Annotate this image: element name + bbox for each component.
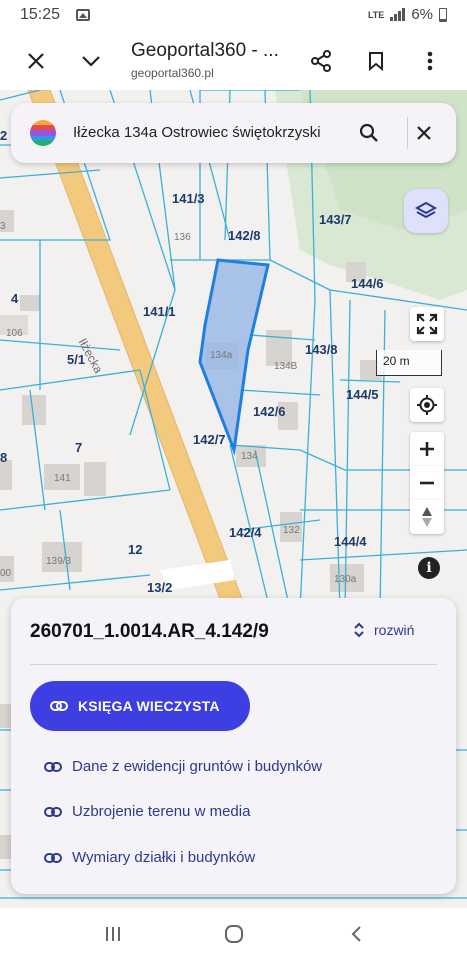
link-icon	[44, 806, 62, 817]
page-url: geoportal360.pl	[131, 66, 214, 80]
link-label: Uzbrojenie terenu w media	[72, 803, 251, 820]
sheet-divider	[30, 664, 437, 665]
recent-apps-icon	[106, 927, 120, 941]
parcel-number-label: 12	[128, 542, 143, 557]
zoom-out-button[interactable]	[410, 466, 444, 500]
fullscreen-icon	[416, 313, 438, 335]
parcel-number-label: 4	[11, 291, 19, 306]
close-icon	[417, 126, 431, 140]
link-icon	[50, 701, 68, 711]
compass-button[interactable]	[410, 500, 444, 534]
locate-icon	[417, 395, 437, 415]
bookmark-icon	[369, 52, 383, 71]
battery-level: 6%	[411, 6, 433, 23]
parcel-number-label: 8	[0, 450, 8, 465]
search-divider	[407, 117, 408, 149]
expand-label: rozwiń	[374, 622, 415, 638]
building-number-label: 134a	[210, 350, 233, 361]
scale-bar: 20 m	[376, 350, 442, 376]
system-nav-bar	[0, 908, 467, 960]
link-utilities[interactable]: Uzbrojenie terenu w media	[44, 803, 250, 820]
parcel-number-label: 142/8	[228, 228, 261, 243]
parcel-id: 260701_1.0014.AR_4.142/9	[30, 621, 269, 642]
building-number-label: 130a	[334, 574, 357, 585]
building-number-label: 141	[54, 473, 71, 484]
building-number-label: 139/3	[46, 556, 72, 567]
browser-toolbar: Geoportal360 - ... geoportal360.pl	[0, 32, 467, 90]
minus-icon	[420, 481, 434, 485]
parcel-number-label: 144/6	[351, 276, 384, 291]
close-icon	[28, 53, 44, 69]
bookmark-button[interactable]	[359, 44, 393, 78]
search-button[interactable]	[354, 118, 384, 148]
building-number-label: 106	[6, 328, 23, 339]
parcel-number-label: 142/4	[229, 525, 262, 540]
status-bar: 15:25 LTE 6%	[0, 0, 467, 32]
parcel-details-sheet: 260701_1.0014.AR_4.142/9 rozwiń KSIĘGA W…	[11, 598, 456, 894]
building-number-label: 3	[0, 221, 6, 232]
link-icon	[44, 761, 62, 772]
building-number-label: 00	[0, 568, 12, 579]
link-dimensions[interactable]: Wymiary działki i budynków	[44, 849, 255, 866]
land-register-button[interactable]: KSIĘGA WIECZYSTA	[30, 681, 250, 731]
home-icon	[225, 925, 243, 943]
parcel-number-label: 2	[0, 128, 8, 143]
back-button[interactable]	[336, 920, 376, 948]
share-icon	[311, 50, 331, 72]
clear-search-button[interactable]	[409, 118, 439, 148]
link-icon	[44, 852, 62, 863]
network-type: LTE	[367, 9, 385, 20]
parcel-number-label: 144/4	[334, 534, 367, 549]
scale-label: 20 m	[383, 354, 410, 368]
parcel-number-label: 141/3	[172, 191, 205, 206]
gallery-icon	[76, 9, 90, 21]
status-indicators: LTE 6%	[368, 6, 447, 23]
building-number-label: 132	[283, 525, 300, 536]
status-time: 15:25	[20, 6, 61, 23]
link-label: Dane z ewidencji gruntów i budynków	[72, 758, 323, 775]
page-title: Geoportal360 - ...	[131, 40, 279, 61]
parcel-number-label: 13/2	[147, 580, 173, 595]
plus-icon	[420, 442, 434, 456]
recent-apps-button[interactable]	[93, 920, 133, 948]
share-button[interactable]	[304, 44, 338, 78]
building-number-label: 136	[174, 232, 191, 243]
building-number-label: 134	[241, 451, 258, 462]
home-button[interactable]	[214, 920, 254, 948]
link-land-registry-data[interactable]: Dane z ewidencji gruntów i budynków	[44, 758, 322, 775]
parcel-number-label: 142/6	[253, 404, 286, 419]
expand-button[interactable]: rozwiń	[354, 622, 414, 638]
layers-icon	[415, 202, 437, 219]
parcel-number-label: 143/8	[305, 342, 338, 357]
parcel-number-label: 5/1	[67, 352, 86, 367]
battery-icon	[439, 7, 447, 22]
search-query[interactable]: Iłżecka 134a Ostrowiec świętokrzyski	[73, 124, 321, 141]
search-icon	[359, 123, 378, 142]
info-icon[interactable]: i	[418, 557, 440, 579]
link-label: Wymiary działki i budynków	[72, 849, 256, 866]
more-options-button[interactable]	[413, 44, 447, 78]
zoom-in-button[interactable]	[410, 432, 444, 466]
search-bar[interactable]: Iłżecka 134a Ostrowiec świętokrzyski	[11, 103, 456, 163]
parcel-number-label: 143/7	[319, 212, 352, 227]
building-number-label: 134B	[274, 361, 298, 372]
signal-icon	[390, 8, 406, 21]
chevron-down-icon	[82, 56, 100, 67]
compass-icon	[422, 507, 432, 527]
parcel-number-label: 141/1	[143, 304, 176, 319]
parcel-number-label: 142/7	[193, 432, 226, 447]
close-tab-button[interactable]	[19, 44, 53, 78]
land-register-label: KSIĘGA WIECZYSTA	[78, 698, 220, 714]
layers-button[interactable]	[404, 189, 448, 233]
parcel-number-label: 7	[75, 440, 83, 455]
back-icon	[351, 926, 361, 942]
fullscreen-button[interactable]	[410, 307, 444, 341]
expand-icon	[354, 622, 364, 638]
geoportal-logo-icon	[30, 120, 56, 146]
parcel-number-label: 144/5	[346, 387, 379, 402]
more-vertical-icon	[427, 51, 433, 71]
minimize-button[interactable]	[74, 44, 108, 78]
locate-me-button[interactable]	[410, 388, 444, 422]
